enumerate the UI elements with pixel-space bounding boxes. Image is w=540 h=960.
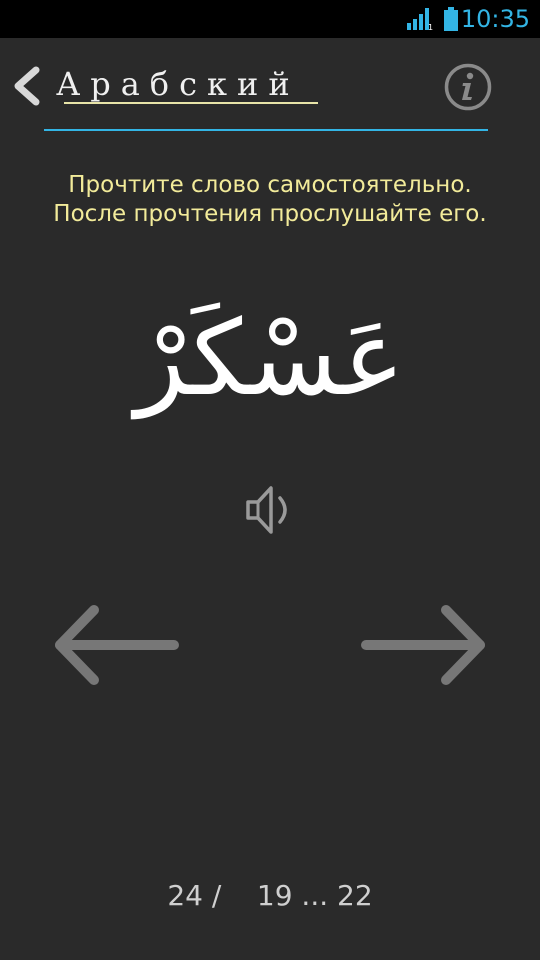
- page-title: Арабский: [56, 65, 300, 103]
- arrow-right-icon: [361, 605, 485, 685]
- instruction-text: Прочтите слово самостоятельно. После про…: [0, 171, 540, 229]
- status-clock: 10:35: [460, 5, 530, 33]
- back-button[interactable]: [8, 62, 48, 110]
- instruction-line-1: Прочтите слово самостоятельно.: [68, 172, 472, 198]
- signal-icon: 1: [407, 8, 433, 31]
- previous-word-button[interactable]: [48, 600, 184, 690]
- speaker-icon: [246, 486, 287, 534]
- info-icon: [444, 63, 492, 111]
- chevron-left-icon: [14, 66, 40, 106]
- screen: 1 10:35 Арабский Прочтите слово самостоя…: [0, 0, 540, 960]
- battery-icon: [444, 7, 458, 31]
- pager: 24 / 19 ... 22: [0, 876, 540, 916]
- arabic-word: عَسْكَرْ: [135, 297, 405, 419]
- next-word-button[interactable]: [356, 600, 492, 690]
- title-underline: [64, 102, 318, 104]
- instruction-line-2: После прочтения прослушайте его.: [53, 201, 487, 227]
- play-sound-button[interactable]: [238, 478, 302, 542]
- pager-current: 24 /: [167, 879, 222, 912]
- arrow-left-icon: [55, 605, 179, 685]
- pager-range: 19 ... 22: [256, 879, 373, 912]
- info-button[interactable]: [443, 62, 493, 112]
- status-bar: 1 10:35: [0, 0, 540, 38]
- svg-text:1: 1: [428, 23, 433, 31]
- header-divider: [44, 129, 488, 131]
